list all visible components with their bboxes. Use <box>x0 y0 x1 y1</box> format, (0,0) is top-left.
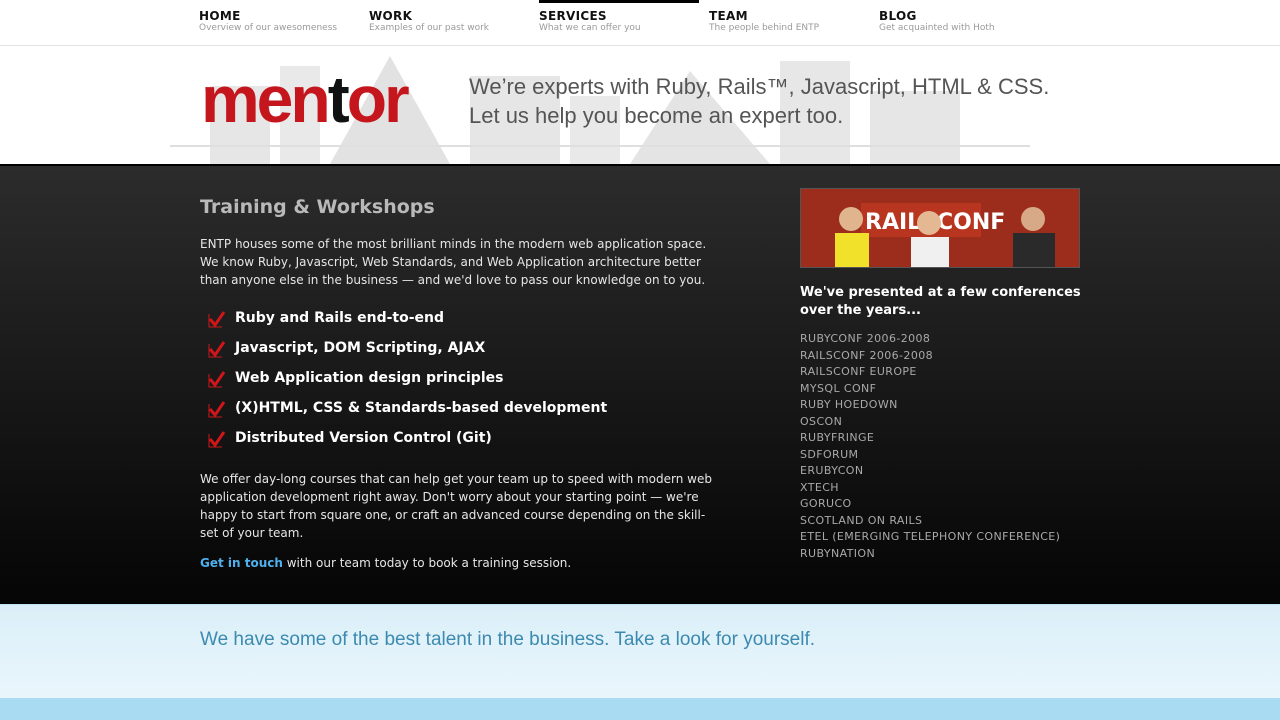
training-paragraph-line-4: set of your team. <box>200 526 304 540</box>
nav-team-label[interactable]: TEAM <box>709 9 748 23</box>
header-tagline-secondary: Let us help you become an expert too. <box>469 103 844 128</box>
course-label: (X)HTML, CSS & Standards-based developme… <box>235 400 608 416</box>
conference-photo-image: RAILSCONF <box>801 189 1079 267</box>
conferences-heading-line-1: We've presented at a few conferences <box>800 285 1081 300</box>
nav-home-description: Overview of our awesomeness <box>199 23 338 33</box>
conference-item: OSCON <box>800 414 843 428</box>
conference-item: ETEL (EMERGING TELEPHONY CONFERENCE) <box>800 530 1061 543</box>
conference-item: RAILSCONF EUROPE <box>800 365 917 378</box>
logo-part-2: t <box>327 62 350 136</box>
conference-item: SDFORUM <box>800 447 859 461</box>
checkmark-icon <box>208 431 226 448</box>
training-paragraph-line-3: happy to start from square one, or craft… <box>200 508 706 522</box>
nav-work-label[interactable]: WORK <box>369 9 412 23</box>
header-tagline-primary: We’re experts with Ruby, Rails™, Javascr… <box>469 74 1050 99</box>
conference-item: ERUBYCON <box>800 464 864 477</box>
footer-bar <box>0 698 1280 720</box>
conference-item: RUBY HOEDOWN <box>800 398 898 411</box>
intro-line-3: than anyone else in the business — and w… <box>200 273 706 287</box>
top-navigation: HOME Overview of our awesomeness WORK Ex… <box>0 0 1280 46</box>
nav-blog-description: Get acquainted with Hoth <box>879 23 995 33</box>
mentor-logo[interactable]: mentor <box>201 66 441 132</box>
talent-section: We have some of the best talent in the b… <box>0 604 1280 698</box>
nav-work-description: Examples of our past work <box>369 23 489 33</box>
logo-part-3: or <box>346 62 410 136</box>
conference-item: SCOTLAND ON RAILS <box>800 513 923 527</box>
nav-team-description: The people behind ENTP <box>709 23 820 33</box>
course-label: Web Application design principles <box>235 370 504 386</box>
nav-blog-label[interactable]: BLOG <box>879 9 917 23</box>
talent-link[interactable]: We have some of the best talent in the b… <box>200 629 815 651</box>
checkmark-icon <box>208 341 226 358</box>
checkmark-icon <box>208 311 226 328</box>
nav-services-label[interactable]: SERVICES <box>539 9 607 23</box>
conference-list: RUBYCONF 2006-2008 RAILSCONF 2006-2008 R… <box>800 331 1060 562</box>
nav-services-description: What we can offer you <box>539 23 641 33</box>
main-content: Training & Workshops ENTP houses some of… <box>0 164 1280 604</box>
conference-item: GORUCO <box>800 497 852 510</box>
call-to-action: Get in touch with our team today to book… <box>200 556 571 570</box>
training-paragraph-line-2: application development right away. Don'… <box>200 490 699 504</box>
intro-line-1: ENTP houses some of the most brilliant m… <box>200 237 707 251</box>
checkmark-icon <box>208 401 226 418</box>
conference-item: RAILSCONF 2006-2008 <box>800 348 934 362</box>
conference-item: XTECH <box>800 480 839 494</box>
checkmark-icon <box>208 371 226 388</box>
conferences-heading-line-2: over the years... <box>800 303 921 318</box>
cta-text: with our team today to book a training s… <box>282 556 572 570</box>
conference-item: RUBYCONF 2006-2008 <box>800 332 931 345</box>
intro-line-2: We know Ruby, Javascript, Web Standards,… <box>200 255 701 269</box>
logo-part-1: men <box>201 62 331 136</box>
training-section-title: Training & Workshops <box>200 196 435 218</box>
conference-photo: RAILSCONF <box>800 188 1080 268</box>
get-in-touch-link[interactable]: Get in touch <box>200 556 283 570</box>
site-header: mentor We’re experts with Ruby, Rails™, … <box>0 46 1280 164</box>
course-label: Ruby and Rails end-to-end <box>235 310 445 326</box>
nav-home-label[interactable]: HOME <box>199 9 241 23</box>
training-paragraph-line-1: We offer day-long courses that can help … <box>200 472 712 486</box>
course-label: Distributed Version Control (Git) <box>235 430 492 446</box>
course-label: Javascript, DOM Scripting, AJAX <box>235 340 486 356</box>
conference-item: RUBYFRINGE <box>800 431 875 444</box>
conference-item: RUBYNATION <box>800 546 876 560</box>
conference-item: MYSQL CONF <box>800 381 877 395</box>
